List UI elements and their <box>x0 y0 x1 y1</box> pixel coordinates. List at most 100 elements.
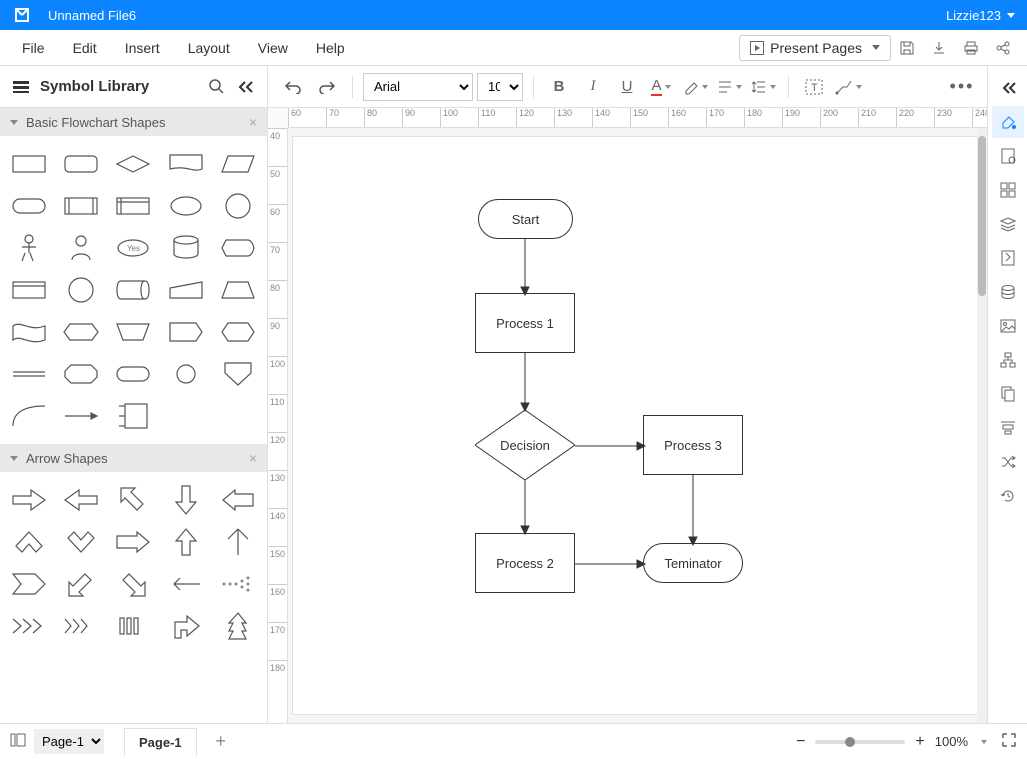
bold-button[interactable]: B <box>544 72 574 102</box>
flow-node-decision[interactable]: Decision <box>475 410 575 480</box>
collapse-right-icon[interactable] <box>992 72 1024 104</box>
arrow-triple-right[interactable] <box>4 608 54 644</box>
menu-edit[interactable]: Edit <box>59 34 111 62</box>
shape-arc[interactable] <box>4 398 54 434</box>
line-spacing-button[interactable] <box>748 72 778 102</box>
arrow-left-thin[interactable] <box>161 566 211 602</box>
flow-node-terminator[interactable]: Teminator <box>643 543 743 583</box>
history-button[interactable] <box>992 480 1024 512</box>
underline-button[interactable]: U <box>612 72 642 102</box>
arrow-bars[interactable] <box>108 608 158 644</box>
section-header-arrows[interactable]: Arrow Shapes × <box>0 444 267 472</box>
shuffle-button[interactable] <box>992 446 1024 478</box>
menu-help[interactable]: Help <box>302 34 359 62</box>
font-size-select[interactable]: 10 <box>477 73 523 101</box>
arrow-striped[interactable] <box>56 608 106 644</box>
arrow-up-twin[interactable] <box>213 608 263 644</box>
zoom-slider[interactable] <box>815 740 905 744</box>
shape-hexagon[interactable] <box>213 314 263 350</box>
vertical-scrollbar[interactable] <box>977 128 987 723</box>
grid-button[interactable] <box>992 174 1024 206</box>
highlight-button[interactable] <box>680 72 710 102</box>
shape-ellipse[interactable] <box>161 188 211 224</box>
menu-file[interactable]: File <box>8 34 59 62</box>
page-tab[interactable]: Page-1 <box>124 728 197 756</box>
arrow-chevron-up[interactable] <box>4 524 54 560</box>
shape-small-circle[interactable] <box>161 356 211 392</box>
shape-drum[interactable] <box>108 272 158 308</box>
shape-parallelogram[interactable] <box>213 146 263 182</box>
arrow-up-thin[interactable] <box>213 524 263 560</box>
share-button[interactable] <box>987 32 1019 64</box>
user-menu[interactable]: Lizzie123 <box>946 8 1015 23</box>
add-page-button[interactable]: + <box>209 730 233 754</box>
italic-button[interactable]: I <box>578 72 608 102</box>
print-button[interactable] <box>955 32 987 64</box>
page-setup-button[interactable] <box>992 140 1024 172</box>
font-family-select[interactable]: Arial <box>363 73 473 101</box>
hierarchy-button[interactable] <box>992 344 1024 376</box>
shape-person[interactable] <box>56 230 106 266</box>
shape-pentagon[interactable] <box>161 314 211 350</box>
font-color-button[interactable]: A <box>646 72 676 102</box>
undo-button[interactable] <box>278 72 308 102</box>
shape-terminator[interactable] <box>4 188 54 224</box>
fill-tool-button[interactable] <box>992 106 1024 138</box>
page-list-icon[interactable] <box>10 733 26 750</box>
arrow-left2[interactable] <box>213 482 263 518</box>
search-icon[interactable] <box>209 79 225 95</box>
flow-node-process1[interactable]: Process 1 <box>475 293 575 353</box>
flow-node-start[interactable]: Start <box>478 199 573 239</box>
align-tool-button[interactable] <box>992 412 1024 444</box>
arrow-left[interactable] <box>56 482 106 518</box>
shape-trapezoid2[interactable] <box>108 314 158 350</box>
close-icon[interactable]: × <box>249 114 257 130</box>
shape-diamond[interactable] <box>108 146 158 182</box>
section-header-flowchart[interactable]: Basic Flowchart Shapes × <box>0 108 267 136</box>
menu-insert[interactable]: Insert <box>111 34 174 62</box>
zoom-out-button[interactable]: − <box>796 733 805 751</box>
shape-hexagon-h[interactable] <box>56 314 106 350</box>
arrow-down[interactable] <box>161 482 211 518</box>
comments-button[interactable] <box>992 242 1024 274</box>
arrow-bent[interactable] <box>161 608 211 644</box>
align-button[interactable] <box>714 72 744 102</box>
shape-yes-oval[interactable]: Yes <box>108 230 158 266</box>
shape-circle[interactable] <box>213 188 263 224</box>
shape-note[interactable] <box>108 398 158 434</box>
shape-oct[interactable] <box>56 356 106 392</box>
shape-display[interactable] <box>213 230 263 266</box>
menu-layout[interactable]: Layout <box>174 34 244 62</box>
page-select[interactable]: Page-1 <box>34 729 104 754</box>
shape-rounded-rect[interactable] <box>56 146 106 182</box>
arrow-up-left[interactable] <box>108 482 158 518</box>
shape-card[interactable] <box>4 272 54 308</box>
arrow-down-left[interactable] <box>56 566 106 602</box>
shape-internal-storage[interactable] <box>108 188 158 224</box>
zoom-in-button[interactable]: + <box>915 733 924 751</box>
image-button[interactable] <box>992 310 1024 342</box>
arrow-right[interactable] <box>4 482 54 518</box>
shape-double-line[interactable] <box>4 356 54 392</box>
shape-tape[interactable] <box>4 314 54 350</box>
shape-rect[interactable] <box>4 146 54 182</box>
arrow-chevron-down[interactable] <box>56 524 106 560</box>
canvas[interactable]: Start Process 1 Decision Process 2 Proce… <box>292 136 979 715</box>
menu-view[interactable]: View <box>244 34 302 62</box>
shape-arrow-line[interactable] <box>56 398 106 434</box>
clipboard-button[interactable] <box>992 378 1024 410</box>
close-icon[interactable]: × <box>249 450 257 466</box>
shape-trapezoid[interactable] <box>213 272 263 308</box>
download-button[interactable] <box>923 32 955 64</box>
arrow-up2[interactable] <box>161 524 211 560</box>
arrow-dots[interactable] <box>213 566 263 602</box>
present-pages-button[interactable]: Present Pages <box>739 35 891 61</box>
shape-stadium[interactable] <box>108 356 158 392</box>
flow-node-process3[interactable]: Process 3 <box>643 415 743 475</box>
more-options-button[interactable]: ••• <box>947 72 977 102</box>
layers-button[interactable] <box>992 208 1024 240</box>
arrow-down-right[interactable] <box>108 566 158 602</box>
fullscreen-button[interactable] <box>1001 732 1017 751</box>
shape-actor[interactable] <box>4 230 54 266</box>
shape-cylinder[interactable] <box>161 230 211 266</box>
